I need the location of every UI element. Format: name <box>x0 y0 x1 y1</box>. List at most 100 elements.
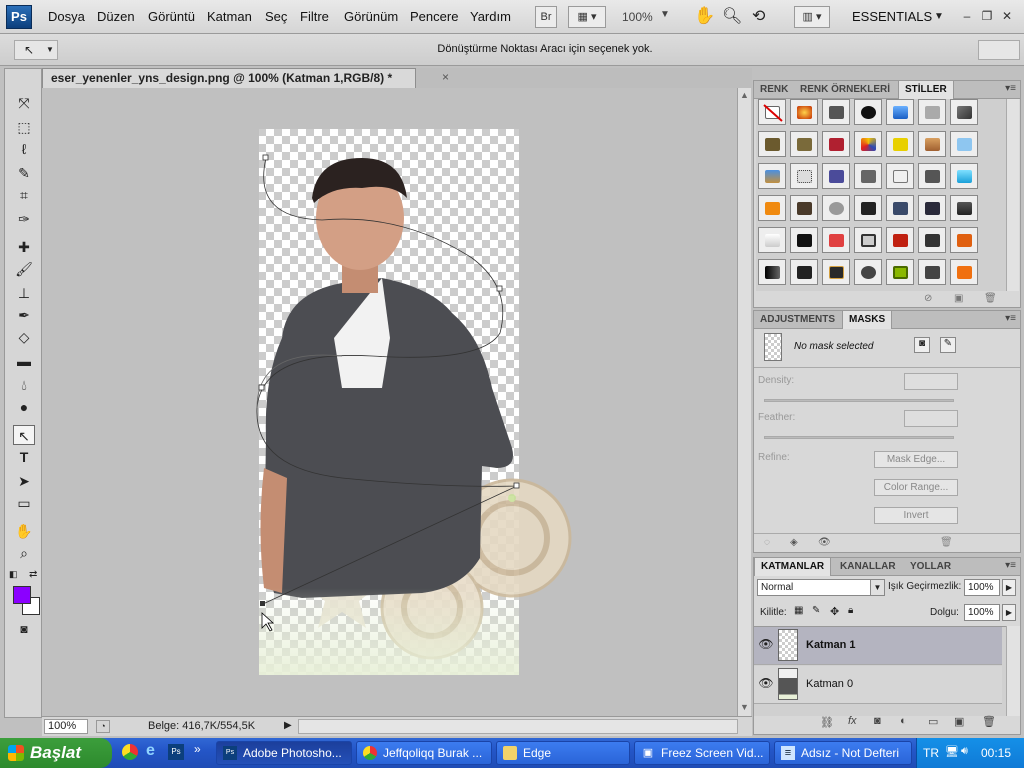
style-swatch[interactable] <box>758 195 786 221</box>
style-swatch[interactable] <box>790 99 818 125</box>
lasso-tool-icon[interactable]: ℓ <box>13 139 35 159</box>
style-swatch[interactable] <box>854 259 882 285</box>
tab-renk-ornekleri[interactable]: RENK ÖRNEKLERİ <box>794 81 896 99</box>
view-extras-button[interactable]: ▦ ▾ <box>568 6 606 28</box>
delete-layer-icon[interactable]: 🗑︎ <box>982 715 996 728</box>
blur-tool-icon[interactable]: 💧︎ <box>13 375 35 395</box>
canvas-area[interactable] <box>42 88 737 716</box>
style-swatch[interactable] <box>886 163 914 189</box>
clear-style-icon[interactable]: ⊘ <box>924 293 932 304</box>
style-swatch[interactable] <box>918 259 946 285</box>
vector-mask-icon[interactable]: ✎ <box>940 337 956 353</box>
style-swatch[interactable] <box>790 227 818 253</box>
style-swatch[interactable] <box>790 195 818 221</box>
panel-menu-icon[interactable]: ▾≡ <box>1005 313 1016 324</box>
document-tab[interactable]: eser_yenenler_yns_design.png @ 100% (Kat… <box>42 68 416 88</box>
style-swatch[interactable] <box>854 131 882 157</box>
healing-brush-tool-icon[interactable]: ✚ <box>13 237 35 257</box>
quick-mask-icon[interactable]: ◙ <box>13 619 35 639</box>
layer-row-katman-1[interactable]: 👁︎ Katman 1 <box>754 627 1002 665</box>
layer-row-katman-0[interactable]: 👁︎ Katman 0 <box>754 666 1002 704</box>
arrange-documents-button[interactable]: ▥ ▾ <box>794 6 830 28</box>
style-swatch[interactable] <box>918 227 946 253</box>
zoom-dropdown-icon[interactable]: ▼ <box>660 9 670 20</box>
invert-button[interactable]: Invert <box>874 507 958 524</box>
vertical-scrollbar[interactable]: ▲ ▼ <box>737 88 751 716</box>
eyedropper-tool-icon[interactable]: ✑ <box>13 209 35 229</box>
menu-yardim[interactable]: Yardım <box>470 9 511 24</box>
layer-name[interactable]: Katman 1 <box>806 639 856 651</box>
taskbar-photoshop[interactable]: Ps Adobe Photosho... <box>216 741 352 765</box>
fill-slider-arrow-icon[interactable]: ▶ <box>1002 604 1016 621</box>
style-swatch[interactable] <box>950 163 978 189</box>
feather-slider[interactable] <box>764 436 954 439</box>
dodge-tool-icon[interactable]: ● <box>13 397 35 417</box>
style-swatch[interactable] <box>854 227 882 253</box>
style-swatch[interactable] <box>886 131 914 157</box>
link-layers-icon[interactable]: ⛓︎ <box>820 716 834 729</box>
style-swatch[interactable] <box>822 195 850 221</box>
photoshop-quicklaunch-icon[interactable]: Ps <box>168 744 184 760</box>
quick-selection-tool-icon[interactable]: ✎ <box>13 163 35 183</box>
zoom-level[interactable]: 100% <box>622 10 653 24</box>
style-swatch[interactable] <box>758 227 786 253</box>
style-swatch[interactable] <box>758 131 786 157</box>
menu-katman[interactable]: Katman <box>207 9 252 24</box>
menu-gorunum[interactable]: Görünüm <box>344 9 398 24</box>
close-icon[interactable]: ✕ <box>998 8 1016 24</box>
rotate-view-icon[interactable]: ⟲ <box>752 6 765 26</box>
tab-renk[interactable]: RENK <box>754 81 794 99</box>
eraser-tool-icon[interactable]: ◇ <box>13 327 35 347</box>
adjustment-layer-icon[interactable]: ◐ <box>900 715 907 727</box>
style-swatch[interactable] <box>790 131 818 157</box>
quicklaunch-more-icon[interactable]: » <box>194 742 201 756</box>
taskbar-notepad[interactable]: ≡ Adsız - Not Defteri <box>774 741 912 765</box>
menu-sec[interactable]: Seç <box>265 9 287 24</box>
language-indicator[interactable]: TR <box>923 746 939 760</box>
hand-tool-icon[interactable]: ✋ <box>13 521 35 541</box>
style-swatch[interactable] <box>918 131 946 157</box>
add-mask-icon[interactable]: ◙ <box>874 715 881 727</box>
lock-all-icon[interactable]: 🔒︎ <box>848 605 853 616</box>
styles-scrollbar[interactable] <box>1006 99 1019 291</box>
tab-stiller[interactable]: STİLLER <box>898 81 954 99</box>
style-swatch[interactable] <box>918 163 946 189</box>
workspace-switcher[interactable]: ESSENTIALS <box>852 9 932 24</box>
convert-point-tool-icon[interactable]: ↖ <box>13 425 35 445</box>
hand-tool-icon[interactable]: ✋ <box>694 6 715 26</box>
path-selection-tool-icon[interactable]: ➤ <box>13 471 35 491</box>
opacity-slider-arrow-icon[interactable]: ▶ <box>1002 579 1016 596</box>
style-swatch[interactable] <box>886 99 914 125</box>
style-swatch[interactable] <box>822 163 850 189</box>
marquee-tool-icon[interactable]: ⬚ <box>13 117 35 137</box>
type-tool-icon[interactable]: T <box>13 447 35 467</box>
style-swatch[interactable] <box>822 99 850 125</box>
style-swatch[interactable] <box>950 131 978 157</box>
visibility-eye-icon[interactable]: 👁︎ <box>758 676 774 692</box>
panel-menu-icon[interactable]: ▾≡ <box>1005 83 1016 94</box>
close-document-icon[interactable]: × <box>442 70 449 84</box>
history-brush-tool-icon[interactable]: ✒ <box>13 305 35 325</box>
tab-yollar[interactable]: YOLLAR <box>904 558 957 576</box>
layer-effects-icon[interactable]: fx <box>848 715 857 727</box>
density-field[interactable] <box>904 373 958 390</box>
chrome-quicklaunch-icon[interactable] <box>122 744 138 760</box>
style-swatch[interactable] <box>822 131 850 157</box>
style-swatch[interactable] <box>822 227 850 253</box>
zoom-tool-icon[interactable]: ⌕ <box>13 543 35 563</box>
density-slider[interactable] <box>764 399 954 402</box>
start-button[interactable]: Başlat <box>0 738 112 768</box>
tab-kanallar[interactable]: KANALLAR <box>834 558 902 576</box>
mask-edge-button[interactable]: Mask Edge... <box>874 451 958 468</box>
tab-masks[interactable]: MASKS <box>842 311 893 329</box>
bridge-button[interactable]: Br <box>535 6 557 28</box>
style-swatch[interactable] <box>886 195 914 221</box>
style-swatch[interactable] <box>950 259 978 285</box>
style-swatch[interactable] <box>918 99 946 125</box>
opacity-field[interactable]: 100% <box>964 579 1000 596</box>
network-icon[interactable]: 🖥︎ <box>945 745 959 758</box>
volume-icon[interactable]: 🔊︎ <box>961 745 968 758</box>
crop-tool-icon[interactable]: ⌗ <box>13 185 35 205</box>
menu-pencere[interactable]: Pencere <box>410 9 458 24</box>
style-swatch[interactable] <box>950 227 978 253</box>
